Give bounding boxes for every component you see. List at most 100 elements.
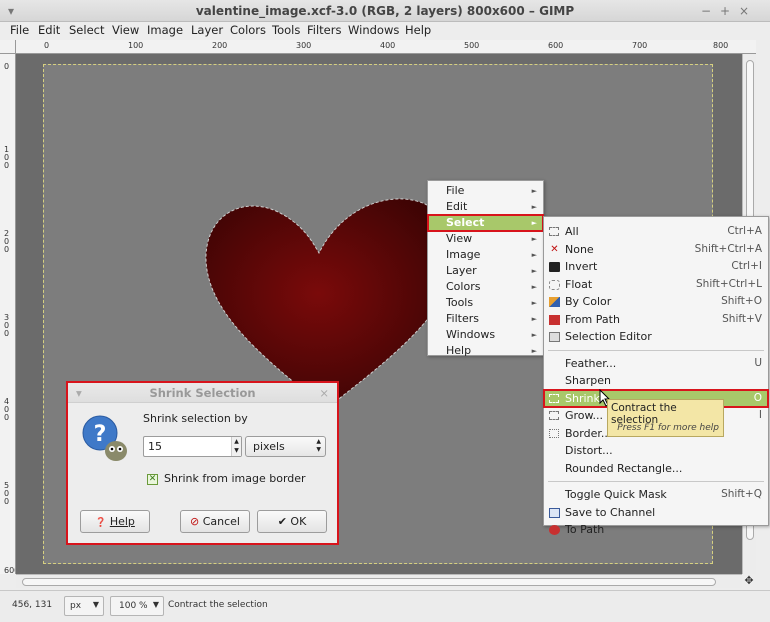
ruler-top-label: 400 xyxy=(380,41,396,50)
context-item-help[interactable]: Help ► xyxy=(428,343,543,359)
save-to-channel-item[interactable]: Save to Channel xyxy=(544,504,768,522)
ruler-left-label: 500 xyxy=(4,481,10,506)
spinner-arrows-icon[interactable]: ▲ ▼ xyxy=(231,437,241,456)
selection-editor-item[interactable]: Selection Editor xyxy=(544,328,768,346)
feather-item[interactable]: Feather... U xyxy=(544,355,768,373)
zoom-follow-icon[interactable] xyxy=(742,40,756,54)
pointer-coords: 456, 131 xyxy=(12,600,53,610)
unit-select[interactable]: px ▼ xyxy=(64,596,104,616)
shrink-from-border-checkbox[interactable]: ✕ xyxy=(147,474,158,485)
close-icon[interactable]: × xyxy=(739,0,749,22)
menu-image[interactable]: Image xyxy=(147,23,183,37)
menu-item-label: Edit xyxy=(446,200,468,213)
toggle-quick-mask-item[interactable]: Toggle Quick Mask Shift+Q xyxy=(544,486,768,504)
ruler-left-label: 200 xyxy=(4,229,10,254)
zoom-select[interactable]: 100 % ▼ xyxy=(110,596,164,616)
menu-colors[interactable]: Colors xyxy=(230,23,266,37)
context-item-image[interactable]: Image ► xyxy=(428,247,543,263)
context-item-edit[interactable]: Edit ► xyxy=(428,199,543,215)
wilber-question-icon: ? xyxy=(82,415,127,461)
menu-item-shortcut: Shift+Ctrl+A xyxy=(694,242,762,255)
context-item-filters[interactable]: Filters ► xyxy=(428,311,543,327)
maximize-icon[interactable]: + xyxy=(720,0,730,22)
ruler-left-label: 400 xyxy=(4,397,10,422)
shrink-prompt-label: Shrink selection by xyxy=(143,412,248,425)
window-menu-icon[interactable]: ▾ xyxy=(8,0,14,22)
context-item-file[interactable]: File ► xyxy=(428,183,543,199)
menu-layer[interactable]: Layer xyxy=(191,23,223,37)
shrink-icon xyxy=(549,393,559,403)
menu-item-label: Distort... xyxy=(565,444,613,457)
help-icon: ❓ xyxy=(95,518,107,528)
menu-windows[interactable]: Windows xyxy=(348,23,399,37)
cancel-button[interactable]: ⊘ Cancel xyxy=(180,510,250,533)
ok-button[interactable]: ✔ OK xyxy=(257,510,327,533)
menu-view[interactable]: View xyxy=(112,23,139,37)
horizontal-scroll-thumb[interactable] xyxy=(22,578,716,586)
select-none-item[interactable]: ✕ None Shift+Ctrl+A xyxy=(544,241,768,259)
ruler-top-label: 200 xyxy=(212,41,228,50)
shrink-amount-spinner[interactable]: 15 ▲ ▼ xyxy=(143,436,242,457)
window-title: valentine_image.xcf-3.0 (RGB, 2 layers) … xyxy=(195,4,575,18)
menu-item-shortcut: Shift+O xyxy=(721,295,762,307)
navigate-icon[interactable]: ✥ xyxy=(742,574,756,588)
submenu-arrow-icon: ► xyxy=(531,347,537,355)
dialog-title-bar: ▾ Shrink Selection × xyxy=(68,383,337,403)
menu-item-label: Float xyxy=(565,277,593,291)
context-item-layer[interactable]: Layer ► xyxy=(428,263,543,279)
menu-filters[interactable]: Filters xyxy=(307,23,341,37)
tooltip: Contract the selection Press F1 for more… xyxy=(607,399,724,437)
ruler-top-label: 500 xyxy=(464,41,480,50)
context-item-view[interactable]: View ► xyxy=(428,231,543,247)
svg-text:?: ? xyxy=(94,422,107,447)
status-bar: 456, 131 px ▼ 100 % ▼ Contract the selecti… xyxy=(0,590,770,622)
chevron-down-icon: ▼ xyxy=(152,600,159,609)
menu-separator xyxy=(548,481,764,482)
grow-icon xyxy=(549,411,559,420)
submenu-arrow-icon: ► xyxy=(531,267,537,275)
rounded-rectangle-item[interactable]: Rounded Rectangle... xyxy=(544,460,768,478)
select-all-item[interactable]: All Ctrl+A xyxy=(544,223,768,241)
shrink-amount-value: 15 xyxy=(148,440,162,453)
horizontal-scrollbar[interactable] xyxy=(16,574,742,588)
sharpen-item[interactable]: Sharpen xyxy=(544,372,768,390)
minimize-icon[interactable]: − xyxy=(701,0,711,22)
distort-item[interactable]: Distort... xyxy=(544,442,768,460)
select-from-path-item[interactable]: From Path Shift+V xyxy=(544,311,768,329)
select-float-item[interactable]: Float Shift+Ctrl+L xyxy=(544,276,768,294)
submenu-arrow-icon: ► xyxy=(531,299,537,307)
by-color-icon xyxy=(549,297,560,307)
help-button[interactable]: ❓ Help xyxy=(80,510,150,533)
select-submenu: All Ctrl+A ✕ None Shift+Ctrl+A Invert Ctrl+I… xyxy=(543,216,769,536)
menu-file[interactable]: File xyxy=(10,23,29,37)
float-icon xyxy=(549,279,560,290)
to-path-item[interactable]: To Path xyxy=(544,521,768,539)
context-item-colors[interactable]: Colors ► xyxy=(428,279,543,295)
dialog-close-icon[interactable]: × xyxy=(319,383,329,403)
menu-item-shortcut: U xyxy=(754,356,762,369)
submenu-arrow-icon: ► xyxy=(531,235,537,243)
invert-icon xyxy=(549,262,560,272)
submenu-arrow-icon: ► xyxy=(531,203,537,211)
menu-item-label: Colors xyxy=(446,280,481,293)
select-by-color-item[interactable]: By Color Shift+O xyxy=(544,293,768,311)
unit-dropdown-value: pixels xyxy=(253,440,285,453)
menu-item-label: File xyxy=(446,184,465,197)
menu-edit[interactable]: Edit xyxy=(38,23,60,37)
unit-dropdown[interactable]: pixels ▲ ▼ xyxy=(245,436,326,457)
context-item-windows[interactable]: Windows ► xyxy=(428,327,543,343)
select-invert-item[interactable]: Invert Ctrl+I xyxy=(544,258,768,276)
menu-tools[interactable]: Tools xyxy=(272,23,300,37)
dialog-menu-icon[interactable]: ▾ xyxy=(76,383,82,403)
selection-editor-icon xyxy=(549,332,560,342)
context-item-select[interactable]: Select ► xyxy=(427,214,544,232)
menu-select[interactable]: Select xyxy=(69,23,104,37)
menu-item-label: Sharpen xyxy=(565,374,611,387)
menu-item-label: None xyxy=(565,242,594,256)
image-context-menu: File ► Edit ► Select ► View ► Image ► Layer ► … xyxy=(427,180,544,359)
menu-item-label: From Path xyxy=(565,312,620,326)
menu-help[interactable]: Help xyxy=(405,23,431,37)
ruler-top-label: 700 xyxy=(632,41,648,50)
save-to-channel-icon xyxy=(549,507,560,518)
context-item-tools[interactable]: Tools ► xyxy=(428,295,543,311)
